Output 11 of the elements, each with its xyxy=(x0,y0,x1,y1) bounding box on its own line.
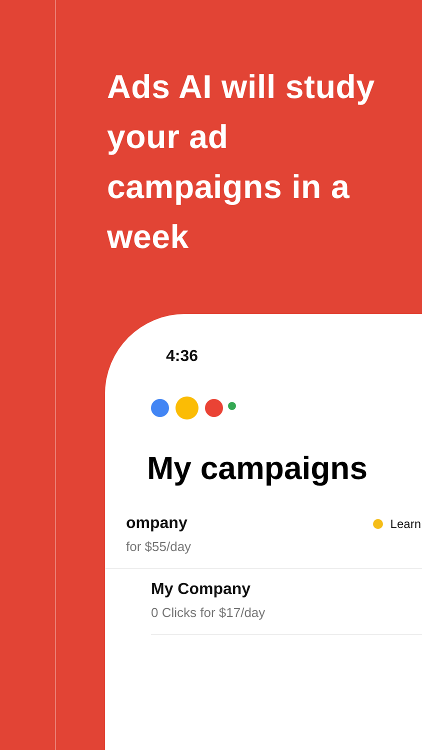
screen-title: My campaigns xyxy=(147,450,369,487)
campaign-name: My Company xyxy=(151,581,252,599)
campaign-row[interactable]: ompany for $55/day Learn xyxy=(105,501,422,569)
campaign-details: 0 Clicks for $17/day xyxy=(151,605,266,620)
headline: Ads AI will study your ad campaigns in a week xyxy=(107,67,376,257)
campaign-name: ompany xyxy=(126,515,188,533)
status-time: 4:36 xyxy=(166,348,200,366)
campaign-row[interactable]: My Company 0 Clicks for $17/day xyxy=(151,569,422,635)
dots-logo-icon xyxy=(151,396,237,420)
status-label: Learn xyxy=(390,517,422,531)
campaign-details: for $55/day xyxy=(126,539,192,554)
